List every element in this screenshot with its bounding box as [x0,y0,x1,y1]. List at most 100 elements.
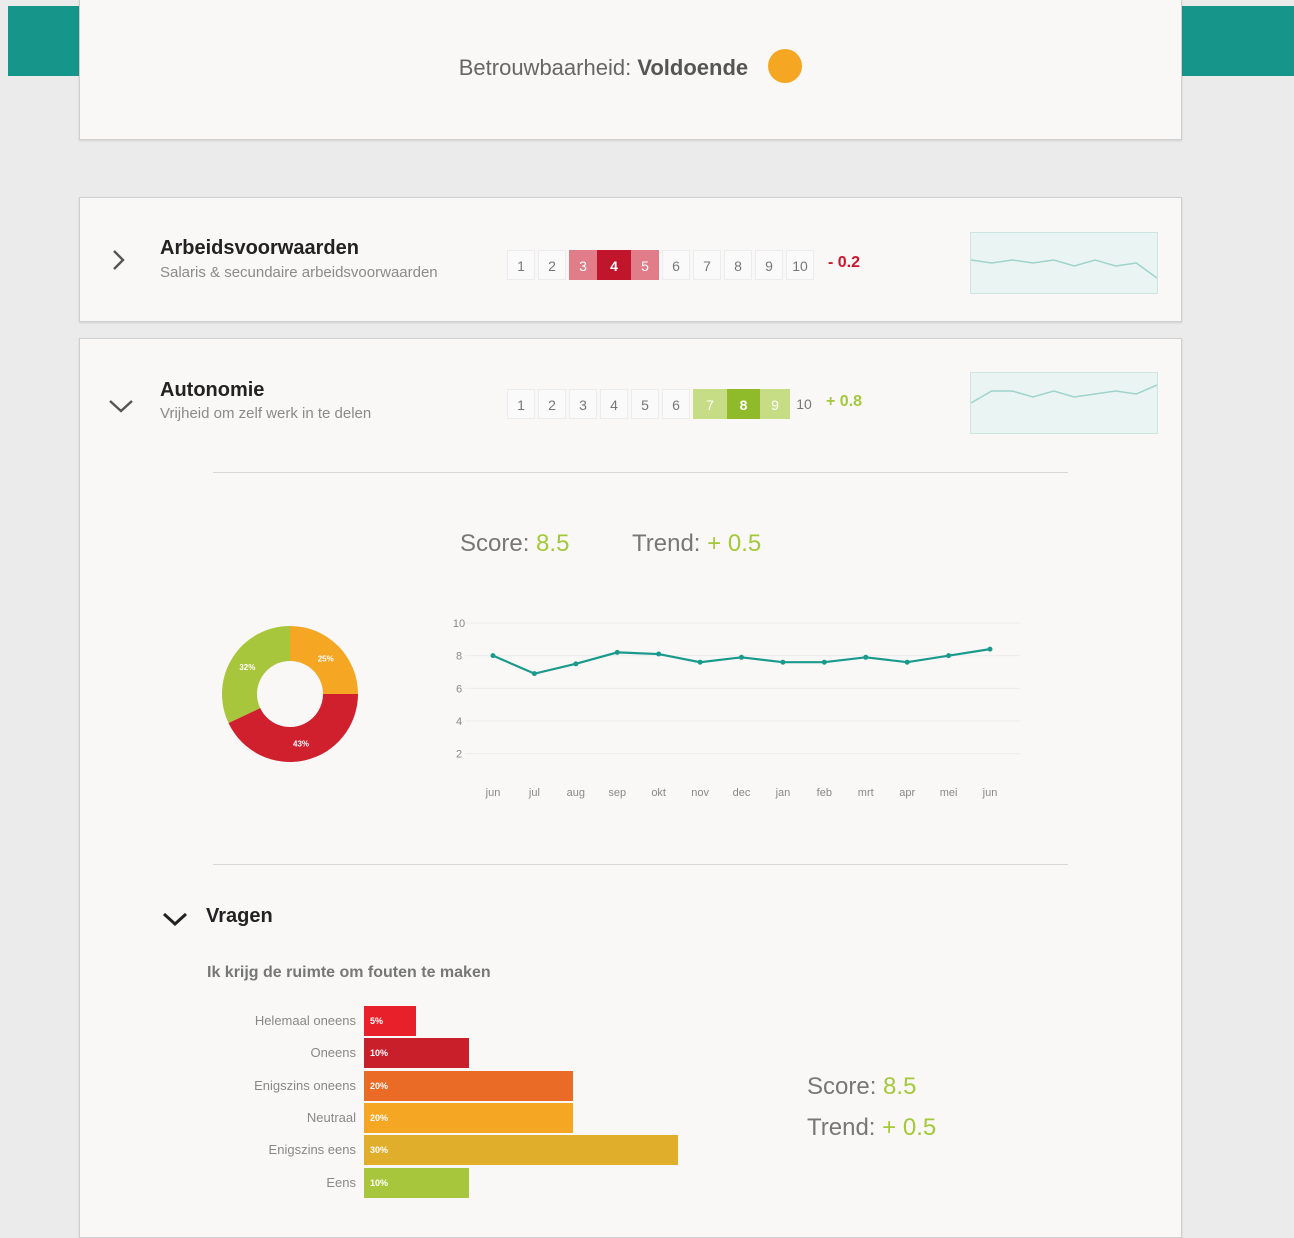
x-tick-label: jun [982,787,998,799]
line-point [614,649,620,655]
vragen-title[interactable]: Vragen [206,905,273,928]
line-point [780,659,786,665]
scale-cell: 7 [693,250,721,280]
line-point [821,659,827,665]
line-point [697,659,703,665]
reliability-row: Betrouwbaarheid: Voldoende [80,49,1181,86]
scale-cell: 9 [755,250,783,280]
donut-slice-label: 32% [239,663,255,672]
reliability-status-dot [768,49,803,83]
donut-slice-label: 25% [318,654,334,663]
line-point [987,646,993,652]
bar-category-label: Enigszins oneens [254,1077,356,1093]
line-series [492,648,991,675]
line-chart: 10 8 6 4 2 jun jul aug sep okt nov dec jan feb mrt apr m… [453,618,1020,799]
chevron-down-icon[interactable] [108,394,134,420]
sparkline [970,232,1158,294]
summary-trend-label: Trend: [632,530,701,557]
x-tick-label: sep [608,787,626,799]
reliability-value: Voldoende [637,54,749,80]
scale-cell: 4 [600,389,628,419]
x-tick-label: jan [775,787,791,799]
bar-category-label: Enigszins eens [268,1142,356,1158]
line-point [946,653,952,659]
sparkline-series [970,259,1158,279]
line-point [531,671,537,677]
question-score-value: 8.5 [883,1073,917,1100]
y-tick-label: 2 [456,749,462,761]
bar-category-label: Neutraal [306,1109,356,1125]
summary-trend: Trend: + 0.5 [632,530,761,558]
scale-cell: 2 [538,389,566,419]
x-tick-label: nov [691,787,709,799]
score-scale: 1 2 3 4 5 6 7 8 9 10 [507,250,817,280]
bar: 5% [364,1006,417,1036]
scale-cell: 5 [631,250,659,280]
x-tick-label: jul [528,787,540,799]
header-band-right [1182,6,1294,76]
question-trend: Trend: + 0.5 [807,1114,936,1142]
line-point [490,653,496,659]
x-tick-label: apr [899,787,915,799]
question-title: Ik krijg de ruimte om fouten te maken [207,964,491,981]
category-card-arbeidsvoorwaarden[interactable]: Arbeidsvoorwaarden Salaris & secundaire … [79,197,1182,322]
bar: 30% [364,1135,678,1166]
scale-cell: 8 [724,250,752,280]
scale-cell: 1 [507,389,535,419]
y-tick-label: 4 [456,716,462,728]
line-point [739,654,744,660]
line-point [573,661,579,667]
bar: 10% [364,1038,469,1069]
scale-cell: 1 [507,250,535,280]
line-point [656,651,662,657]
question-trend-label: Trend: [807,1114,876,1141]
category-subtitle: Salaris & secundaire arbeidsvoorwaarden [160,264,438,281]
summary-score-value: 8.5 [536,530,570,557]
x-tick-label: okt [651,787,666,799]
question-trend-value: + 0.5 [882,1114,937,1141]
header-band-left [8,6,80,76]
y-tick-label: 10 [453,618,465,630]
category-delta: + 0.8 [826,393,863,410]
donut-slice [222,626,290,723]
scale-cell: 6 [662,389,690,419]
bar-category-label: Eens [326,1174,356,1190]
chevron-down-icon[interactable] [162,907,188,933]
divider [213,472,1068,473]
scale-cell-selected: 8 [727,389,760,419]
question-score: Score: 8.5 [807,1073,916,1101]
scale-cell: 2 [538,250,566,280]
line-point [863,654,869,660]
scale-cell: 7 [693,389,727,419]
y-tick-label: 8 [456,651,462,663]
donut-chart: 25% 43% 32% [222,626,358,762]
category-delta: - 0.2 [828,254,861,271]
scale-cell: 10 [796,396,812,412]
summary-score: Score: 8.5 [460,530,569,558]
chevron-right-icon[interactable] [110,248,126,278]
bar-category-label: Oneens [310,1045,356,1061]
x-tick-label: jun [485,787,501,799]
scale-cell-selected: 4 [597,250,631,280]
scale-cell: 3 [569,389,597,419]
x-tick-label: dec [733,787,751,799]
x-tick-label: aug [567,787,585,799]
divider [213,864,1068,865]
reliability-card: Betrouwbaarheid: Voldoende [79,0,1182,140]
x-tick-label: mei [940,787,958,799]
bar-category-label: Helemaal oneens [254,1013,356,1028]
line-point [904,659,910,665]
scale-cell: 6 [662,250,690,280]
summary-trend-value: + 0.5 [707,530,762,557]
score-scale: 1 2 3 4 5 6 7 8 9 10 [507,389,821,419]
x-tick-label: feb [817,787,832,799]
donut-slice-label: 43% [293,739,309,748]
bar: 20% [364,1102,573,1133]
category-subtitle: Vrijheid om zelf werk in te delen [160,405,372,422]
scale-cell: 9 [760,389,790,419]
category-card-autonomie[interactable]: Autonomie Vrijheid om zelf werk in te de… [79,338,1182,1238]
sparkline [970,372,1158,434]
question-score-label: Score: [807,1073,877,1100]
summary-score-label: Score: [460,530,530,557]
sparkline-series [970,384,1158,404]
